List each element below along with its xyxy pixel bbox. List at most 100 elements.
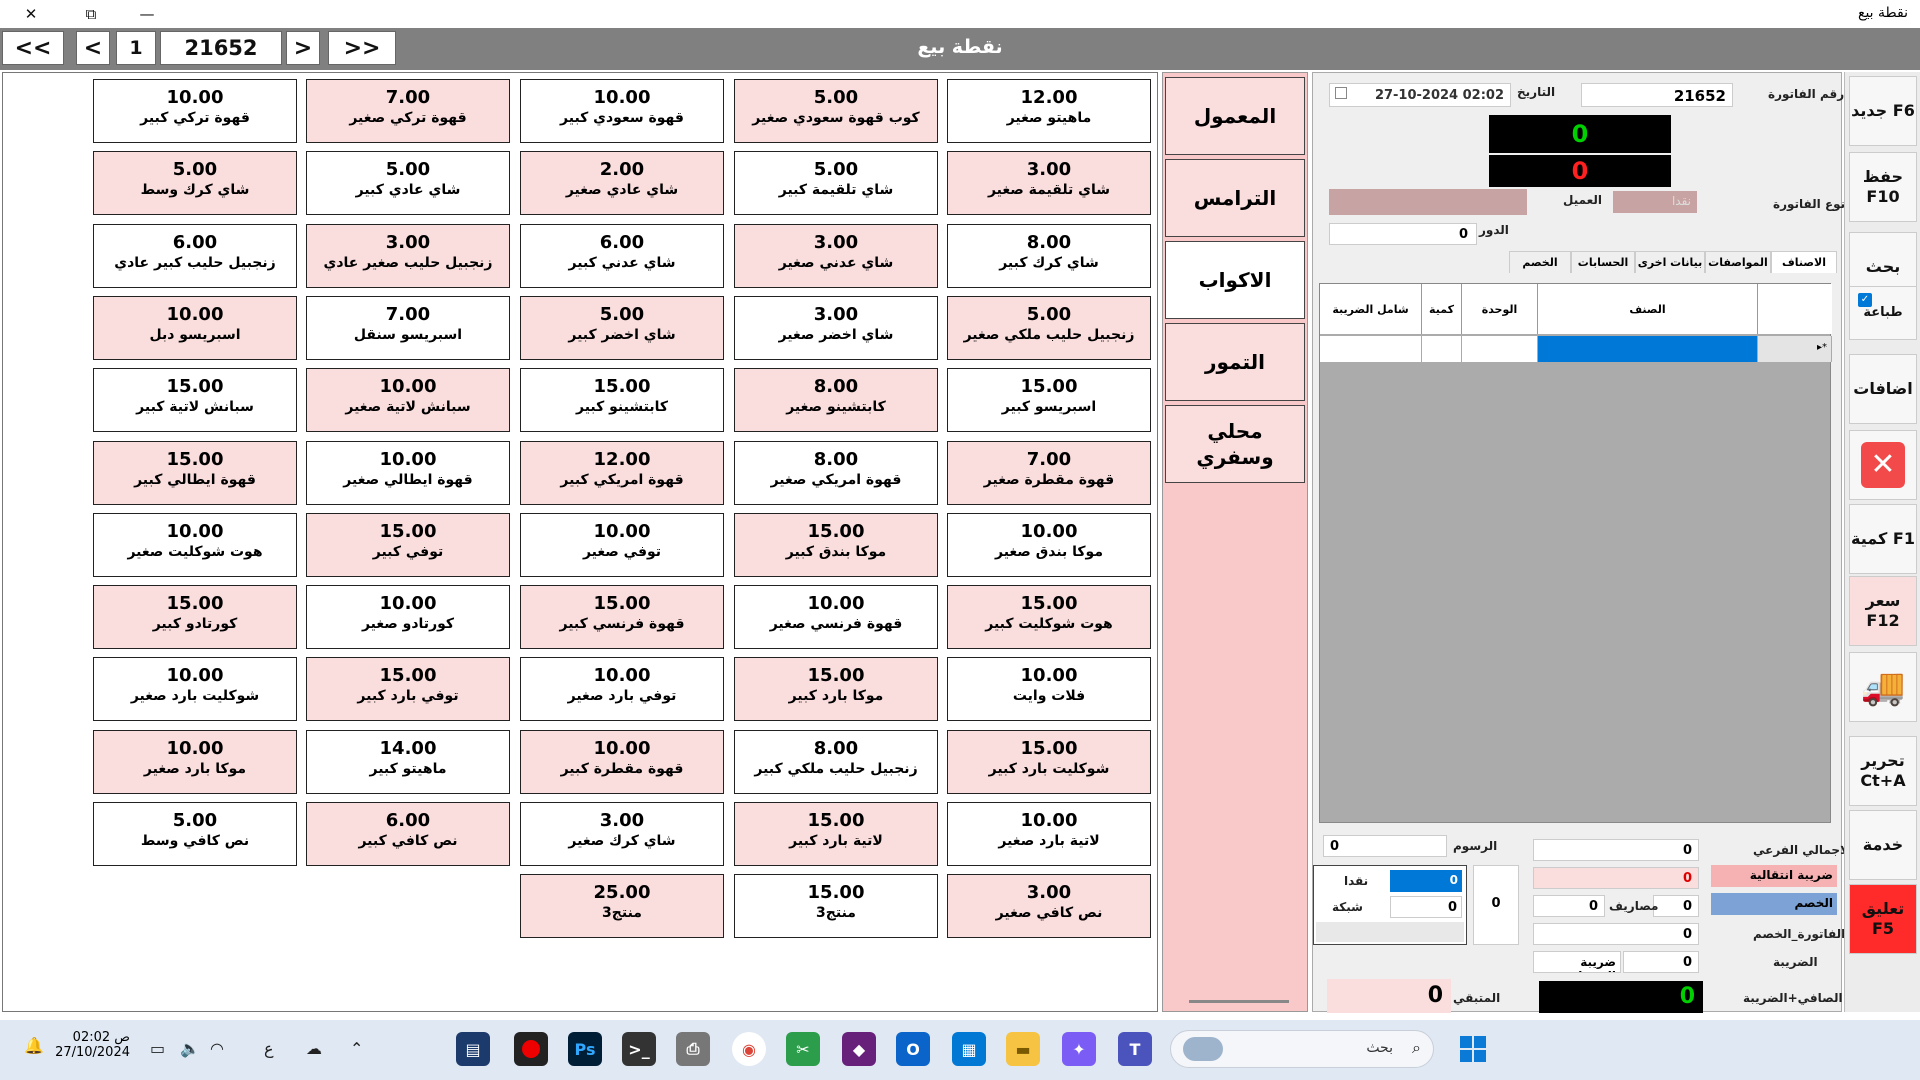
product-button[interactable]: 3.00 شاي كرك صغير	[520, 802, 724, 866]
date-checkbox[interactable]	[1335, 87, 1347, 99]
save-button[interactable]: حفظ F10	[1849, 152, 1917, 222]
product-button[interactable]: 10.00 توفي بارد صغير	[520, 657, 724, 721]
product-button[interactable]: 10.00 قهوة تركي كبير	[93, 79, 297, 143]
store-icon[interactable]: ▦	[952, 1032, 986, 1066]
additions-button[interactable]: اضافات	[1849, 354, 1917, 424]
product-button[interactable]: 2.00 شاي عادي صغير	[520, 151, 724, 215]
invoice-type-select[interactable]: نقدا	[1613, 191, 1697, 213]
product-button[interactable]: 7.00 اسبريسو سنقل	[306, 296, 510, 360]
invoice-no-field[interactable]: 21652	[1581, 83, 1733, 107]
network-field[interactable]: 0	[1390, 896, 1462, 918]
product-button[interactable]: 3.00 شاي عدني صغير	[734, 224, 938, 288]
printer-icon[interactable]: ⎙	[676, 1032, 710, 1066]
product-button[interactable]: 3.00 نص كافي صغير	[947, 874, 1151, 938]
product-button[interactable]: 10.00 موكا بندق صغير	[947, 513, 1151, 577]
product-button[interactable]: 12.00 قهوة امريكي كبير	[520, 441, 724, 505]
product-button[interactable]: 10.00 توفي صغير	[520, 513, 724, 577]
product-button[interactable]: 15.00 منتج3	[734, 874, 938, 938]
product-button[interactable]: 10.00 فلات وايت	[947, 657, 1151, 721]
discount-field[interactable]: 0	[1653, 895, 1699, 917]
record-icon[interactable]	[514, 1032, 548, 1066]
product-button[interactable]: 6.00 نص كافي كبير	[306, 802, 510, 866]
product-button[interactable]: 10.00 قهوة مقطرة كبير	[520, 730, 724, 794]
product-button[interactable]: 10.00 هوت شوكليت صغير	[93, 513, 297, 577]
close-icon[interactable]: ✕	[8, 0, 54, 28]
notification-bell-icon[interactable]: 🔔	[24, 1036, 44, 1055]
product-button[interactable]: 8.00 زنجبيل حليب ملكي كبير	[734, 730, 938, 794]
product-button[interactable]: 10.00 شوكليت بارد صغير	[93, 657, 297, 721]
expenses-field[interactable]: 0	[1533, 895, 1605, 917]
delivery-button[interactable]: 🚚	[1849, 652, 1917, 722]
quantity-button[interactable]: كمية F1	[1849, 504, 1917, 574]
product-button[interactable]: 15.00 توفي كبير	[306, 513, 510, 577]
product-button[interactable]: 7.00 قهوة مقطرة صغير	[947, 441, 1151, 505]
product-button[interactable]: 6.00 شاي عدني كبير	[520, 224, 724, 288]
price-button[interactable]: سعر F12	[1849, 576, 1917, 646]
tools-icon[interactable]: ✂	[786, 1032, 820, 1066]
visual-studio-icon[interactable]: ◆	[842, 1032, 876, 1066]
product-button[interactable]: 5.00 شاي تلقيمة كبير	[734, 151, 938, 215]
cloud-offline-icon[interactable]: ☁	[306, 1039, 322, 1058]
product-button[interactable]: 3.00 شاي تلقيمة صغير	[947, 151, 1151, 215]
categories-scrollbar[interactable]	[1189, 1000, 1289, 1003]
category-button[interactable]: الاكواب	[1165, 241, 1305, 319]
chevron-up-icon[interactable]: ⌃	[350, 1039, 363, 1058]
cell-tax-inclusive[interactable]	[1320, 336, 1422, 362]
product-button[interactable]: 8.00 قهوة امريكي صغير	[734, 441, 938, 505]
tab-specs[interactable]: المواصفات	[1705, 251, 1771, 273]
restore-icon[interactable]: ⧉	[68, 0, 114, 28]
product-button[interactable]: 15.00 قهوة فرنسي كبير	[520, 585, 724, 649]
product-button[interactable]: 5.00 كوب قهوة سعودي صغير	[734, 79, 938, 143]
col-header-quantity[interactable]: كمية	[1422, 284, 1462, 334]
outlook-icon[interactable]: O	[896, 1032, 930, 1066]
col-header-item[interactable]: الصنف	[1538, 284, 1758, 334]
product-button[interactable]: 10.00 قهوة سعودي كبير	[520, 79, 724, 143]
product-button[interactable]: 15.00 موكا بارد كبير	[734, 657, 938, 721]
service-button[interactable]: خدمة	[1849, 810, 1917, 880]
product-button[interactable]: 5.00 شاي كرك وسط	[93, 151, 297, 215]
product-button[interactable]: 5.00 نص كافي وسط	[93, 802, 297, 866]
print-button[interactable]: ✓ طباعة	[1849, 286, 1917, 340]
tab-discount[interactable]: الخصم	[1509, 251, 1571, 273]
category-button[interactable]: المعمول	[1165, 77, 1305, 155]
cell-unit[interactable]	[1462, 336, 1538, 362]
product-button[interactable]: 3.00 شاي اخضر صغير	[734, 296, 938, 360]
product-button[interactable]: 15.00 توفي بارد كبير	[306, 657, 510, 721]
tab-other-data[interactable]: بيانات اخرى	[1635, 251, 1705, 273]
product-button[interactable]: 15.00 شوكليت بارد كبير	[947, 730, 1151, 794]
turn-field[interactable]: 0	[1329, 223, 1477, 245]
app-pos-icon[interactable]: ▤	[456, 1032, 490, 1066]
product-button[interactable]: 10.00 قهوة ايطالي صغير	[306, 441, 510, 505]
minimize-icon[interactable]: —	[124, 0, 170, 28]
product-button[interactable]: 8.00 كابتشينو صغير	[734, 368, 938, 432]
product-button[interactable]: 15.00 اسبريسو كبير	[947, 368, 1151, 432]
product-button[interactable]: 15.00 هوت شوكليت كبير	[947, 585, 1151, 649]
wifi-icon[interactable]: ◠	[210, 1039, 224, 1058]
product-button[interactable]: 10.00 اسبريسو دبل	[93, 296, 297, 360]
photoshop-icon[interactable]: Ps	[568, 1032, 602, 1066]
file-explorer-icon[interactable]: ▬	[1006, 1032, 1040, 1066]
windows-start-icon[interactable]	[1456, 1032, 1490, 1066]
suspend-button[interactable]: تعليق F5	[1849, 884, 1917, 954]
product-button[interactable]: 10.00 موكا بارد صغير	[93, 730, 297, 794]
battery-icon[interactable]: ▭	[150, 1039, 165, 1058]
taskbar-search-box[interactable]: بحث ⌕	[1170, 1030, 1434, 1068]
product-button[interactable]: 15.00 كورتادو كبير	[93, 585, 297, 649]
customer-field[interactable]	[1329, 189, 1527, 215]
cell-quantity[interactable]	[1422, 336, 1462, 362]
cash-field[interactable]: 0	[1390, 870, 1462, 892]
chrome-icon[interactable]: ◉	[732, 1032, 766, 1066]
product-button[interactable]: 6.00 زنجبيل حليب كبير عادي	[93, 224, 297, 288]
product-button[interactable]: 15.00 موكا بندق كبير	[734, 513, 938, 577]
product-button[interactable]: 15.00 قهوة ايطالي كبير	[93, 441, 297, 505]
product-button[interactable]: 14.00 ماهيتو كبير	[306, 730, 510, 794]
language-indicator[interactable]: ع	[264, 1039, 274, 1058]
category-button[interactable]: محلي وسفري	[1165, 405, 1305, 483]
print-checkbox[interactable]: ✓	[1858, 293, 1872, 307]
product-button[interactable]: 5.00 زنجبيل حليب ملكي صغير	[947, 296, 1151, 360]
category-button[interactable]: التمور	[1165, 323, 1305, 401]
date-field[interactable]: 27-10-2024 02:02	[1329, 83, 1511, 107]
sales-tax-field[interactable]: ضريبة المبيعات	[1533, 951, 1621, 973]
product-button[interactable]: 10.00 قهوة فرنسي صغير	[734, 585, 938, 649]
product-button[interactable]: 3.00 زنجبيل حليب صغير عادي	[306, 224, 510, 288]
